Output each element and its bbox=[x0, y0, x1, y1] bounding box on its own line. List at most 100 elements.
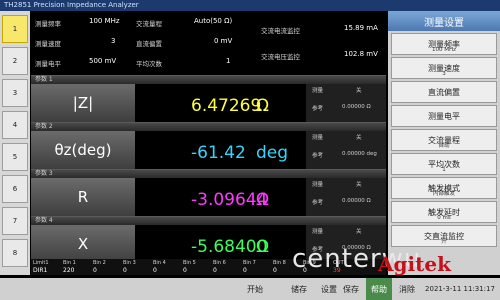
setup-label-speed: 测量速度 bbox=[35, 40, 61, 48]
clock-text: 2021-3-11 11:31:17 bbox=[425, 285, 495, 293]
measurement-unit: Ω bbox=[256, 190, 269, 210]
setup-value-ac-range: Auto(50 Ω) bbox=[194, 17, 233, 25]
tab-2[interactable]: 2 bbox=[2, 47, 28, 75]
measurement-side-panel: 测量 关 参考 0.00000 deg bbox=[306, 131, 386, 169]
monitor-label-voltage: 交流电压监控 bbox=[261, 53, 300, 61]
status-value-8: 0 bbox=[243, 267, 247, 274]
bottom-button-4[interactable]: 保存 bbox=[340, 278, 362, 300]
status-value-5: 0 bbox=[153, 267, 157, 274]
measurement-param[interactable]: X bbox=[31, 225, 135, 263]
panel-item-label: 测量电平 bbox=[428, 111, 460, 121]
measurement-value: -61.42 bbox=[191, 143, 246, 163]
measurement-unit: Ω bbox=[256, 96, 269, 116]
panel-item-ac-range[interactable]: 交流量程 自动 bbox=[391, 129, 497, 151]
measurement-side-panel: 测量 关 参考 0.00000 Ω bbox=[306, 178, 386, 216]
panel-item-speed[interactable]: 测量速度 3 bbox=[391, 57, 497, 79]
measurement-side-panel: 测量 关 参考 0.00000 Ω bbox=[306, 84, 386, 122]
panel-item-sub: 内部触发 bbox=[432, 191, 455, 197]
window-title: TH2851 Precision Impedance Analyzer bbox=[0, 0, 500, 11]
panel-item-trigger-delay[interactable]: 触发延时 0 ms bbox=[391, 201, 497, 223]
measurement-value: 6.47269 bbox=[191, 96, 262, 116]
bottom-button-1[interactable]: 开始 bbox=[235, 278, 275, 300]
status-label-5: Bin 4 bbox=[153, 260, 166, 266]
panel-item-level[interactable]: 测量电平 bbox=[391, 105, 497, 127]
status-value-2: 220 bbox=[63, 267, 75, 274]
status-label-4: Bin 3 bbox=[123, 260, 136, 266]
tab-4[interactable]: 4 bbox=[2, 111, 28, 139]
panel-item-sub: 3 bbox=[442, 71, 446, 77]
tab-8[interactable]: 8 bbox=[2, 239, 28, 267]
tab-5[interactable]: 5 bbox=[2, 143, 28, 171]
panel-item-sub: 自动 bbox=[438, 143, 450, 149]
side-label: 测量 bbox=[312, 88, 324, 94]
measurement-param[interactable]: R bbox=[31, 178, 135, 216]
panel-item-sub: 100 MHz bbox=[431, 47, 456, 53]
side-value: 关 bbox=[356, 182, 362, 188]
side-value: 关 bbox=[356, 135, 362, 141]
tab-7[interactable]: 7 bbox=[2, 207, 28, 235]
panel-item-label: 直流偏置 bbox=[428, 87, 460, 97]
status-label-8: Bin 7 bbox=[243, 260, 256, 266]
side-value: 关 bbox=[356, 88, 362, 94]
side-ref-value: 0.00000 Ω bbox=[342, 198, 371, 204]
side-ref-label: 参考 bbox=[312, 106, 324, 112]
panel-item-trigger-mode[interactable]: 触发模式 内部触发 bbox=[391, 177, 497, 199]
measurement-tag: 参数 1 bbox=[35, 76, 53, 83]
measurement-tag: 参数 4 bbox=[35, 217, 53, 224]
panel-item-frequency[interactable]: 测量频率 100 MHz bbox=[391, 33, 497, 55]
tab-1[interactable]: 1 bbox=[2, 15, 28, 43]
setup-value-dc-bias: 0 mV bbox=[214, 37, 233, 45]
setup-value-level: 500 mV bbox=[89, 57, 117, 65]
status-value-4: 0 bbox=[123, 267, 127, 274]
tab-3[interactable]: 3 bbox=[2, 79, 28, 107]
setup-panel: 测量频率 100 MHz 交流量程 Auto(50 Ω) 测量速度 3 直流偏置… bbox=[31, 11, 386, 73]
monitor-label-current: 交流电流监控 bbox=[261, 27, 300, 35]
panel-item-dc-bias[interactable]: 直流偏置 bbox=[391, 81, 497, 103]
side-ref-label: 参考 bbox=[312, 153, 324, 159]
side-ref-label: 参考 bbox=[312, 200, 324, 206]
side-label: 测量 bbox=[312, 182, 324, 188]
tab-strip: 1 2 3 4 5 6 7 8 bbox=[0, 11, 30, 275]
setup-label-freq: 测量频率 bbox=[35, 20, 61, 28]
measurement-row-1: 参数 1 |Z| 6.47269 Ω 测量 关 参考 0.00000 Ω bbox=[31, 75, 386, 122]
bottom-button-6[interactable]: 消除 bbox=[395, 278, 419, 300]
side-label: 测量 bbox=[312, 135, 324, 141]
status-value-7: 0 bbox=[213, 267, 217, 274]
setup-value-average: 1 bbox=[226, 57, 231, 65]
side-label: 测量 bbox=[312, 229, 324, 235]
measurement-tag: 参数 3 bbox=[35, 170, 53, 177]
status-value-3: 0 bbox=[93, 267, 97, 274]
monitor-value-current: 15.89 mA bbox=[344, 24, 378, 32]
measurement-row-3: 参数 3 R -3.09644 Ω 测量 关 参考 0.00000 Ω bbox=[31, 169, 386, 216]
bottom-button-5[interactable]: 帮助 bbox=[366, 278, 392, 300]
bottom-button-2[interactable]: 储存 bbox=[279, 278, 319, 300]
status-label-3: Bin 2 bbox=[93, 260, 106, 266]
status-label-9: Bin 8 bbox=[273, 260, 286, 266]
status-label-2: Bin 1 bbox=[63, 260, 76, 266]
panel-title: 测量设置 bbox=[388, 11, 500, 31]
setup-label-ac-range: 交流量程 bbox=[136, 20, 162, 28]
measurement-unit: Ω bbox=[256, 237, 269, 257]
measurement-param[interactable]: θz(deg) bbox=[31, 131, 135, 169]
status-value-9: 0 bbox=[273, 267, 277, 274]
bottom-button-3[interactable]: 设置 bbox=[318, 278, 340, 300]
panel-item-sub: 0 ms bbox=[437, 215, 451, 221]
status-label-7: Bin 6 bbox=[213, 260, 226, 266]
measurement-row-2: 参数 2 θz(deg) -61.42 deg 测量 关 参考 0.00000 … bbox=[31, 122, 386, 169]
setup-label-dc-bias: 直流偏置 bbox=[136, 40, 162, 48]
status-value-1: DIR1 bbox=[33, 267, 48, 274]
panel-item-sub: 1 bbox=[442, 167, 446, 173]
panel-item-average[interactable]: 平均次数 1 bbox=[391, 153, 497, 175]
tab-6[interactable]: 6 bbox=[2, 175, 28, 203]
setup-label-average: 平均次数 bbox=[136, 60, 162, 68]
measurement-param[interactable]: |Z| bbox=[31, 84, 135, 122]
setup-value-speed: 3 bbox=[111, 37, 116, 45]
measurement-unit: deg bbox=[256, 143, 289, 163]
brand-watermark: Agitek bbox=[378, 252, 451, 276]
bottom-toolbar: 开始 储存 设置 保存 帮助 消除 2021-3-11 11:31:17 bbox=[0, 278, 500, 300]
status-label-1: Limit1 bbox=[33, 260, 49, 266]
side-ref-value: 0.00000 deg bbox=[342, 151, 377, 157]
side-value: 关 bbox=[356, 229, 362, 235]
measurement-tag: 参数 2 bbox=[35, 123, 53, 130]
settings-panel: 测量设置 测量频率 100 MHz 测量速度 3 直流偏置 测量电平 交流量程 … bbox=[388, 11, 500, 275]
